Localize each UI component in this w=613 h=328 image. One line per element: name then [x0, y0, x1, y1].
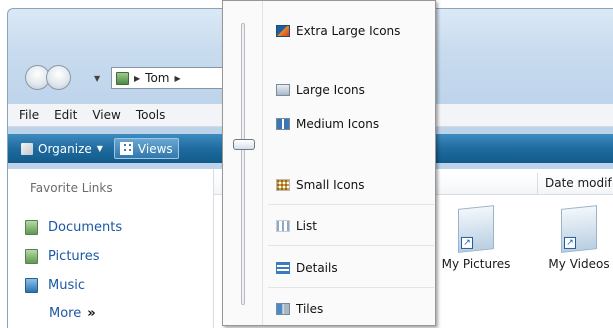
music-folder-icon — [25, 278, 38, 293]
folder-icon — [116, 71, 129, 85]
shortcut-folder-icon: ↗ — [458, 205, 494, 253]
column-header-date-modified[interactable]: Date modif — [537, 173, 612, 195]
favorite-link-label: Pictures — [48, 249, 100, 264]
menu-edit[interactable]: Edit — [54, 108, 77, 122]
slider-thumb[interactable] — [233, 139, 255, 150]
shortcut-arrow-icon: ↗ — [461, 236, 473, 249]
menu-tools[interactable]: Tools — [136, 108, 166, 122]
favorite-links-list: Documents Pictures Music More » — [25, 213, 122, 326]
organize-button[interactable]: Organize ▼ — [16, 138, 108, 159]
views-label: Views — [137, 141, 173, 156]
menu-item-small-icons[interactable]: Small Icons — [264, 173, 436, 197]
organize-icon — [21, 142, 33, 155]
recent-pages-dropdown-icon[interactable]: ▼ — [94, 74, 100, 83]
menu-item-extra-large-icons[interactable]: Extra Large Icons — [264, 19, 436, 43]
extra-large-icons-icon — [276, 25, 290, 37]
menu-item-label: Extra Large Icons — [296, 24, 401, 38]
navigation-pane: Favorite Links Documents Pictures Music … — [8, 169, 213, 328]
organize-label: Organize — [38, 141, 92, 156]
file-item-label: My Videos — [548, 257, 610, 271]
favorite-link-pictures[interactable]: Pictures — [25, 242, 122, 271]
menu-item-medium-icons[interactable]: Medium Icons — [264, 112, 436, 136]
menu-item-tiles[interactable]: Tiles — [264, 297, 436, 321]
favorite-link-music[interactable]: Music — [25, 271, 122, 300]
menu-item-label: List — [296, 219, 317, 233]
menu-item-label: Large Icons — [296, 83, 365, 97]
breadcrumb-tom[interactable]: Tom — [145, 71, 169, 85]
screen: ▼ ▶ Tom ▶ File Edit View Tools Organize … — [0, 0, 613, 328]
menu-separator — [268, 245, 434, 246]
view-size-slider[interactable] — [223, 1, 263, 325]
favorite-link-label: Documents — [48, 220, 123, 235]
forward-button[interactable] — [46, 65, 71, 90]
double-chevron-right-icon: » — [87, 305, 96, 321]
details-icon — [276, 262, 290, 274]
shortcut-folder-icon: ↗ — [561, 205, 597, 253]
small-icons-icon — [276, 179, 290, 191]
list-icon — [276, 220, 290, 232]
menu-separator — [268, 204, 434, 205]
menu-item-list[interactable]: List — [264, 214, 436, 238]
menu-view[interactable]: View — [92, 108, 120, 122]
tiles-icon — [276, 303, 290, 315]
documents-folder-icon — [25, 220, 38, 235]
views-button[interactable]: Views — [113, 138, 179, 159]
views-icon — [119, 142, 133, 155]
more-links-label: More — [49, 305, 82, 321]
menu-item-details[interactable]: Details — [264, 256, 436, 280]
file-item-my-videos[interactable]: ↗ My Videos — [539, 205, 613, 271]
menu-item-label: Details — [296, 261, 338, 275]
chevron-down-icon: ▼ — [96, 144, 103, 153]
menu-item-large-icons[interactable]: Large Icons — [264, 78, 436, 102]
shortcut-arrow-icon: ↗ — [564, 236, 576, 249]
slider-track[interactable] — [241, 23, 245, 305]
menu-item-label: Small Icons — [296, 178, 365, 192]
menu-item-label: Medium Icons — [296, 117, 380, 131]
breadcrumb-separator-icon[interactable]: ▶ — [174, 74, 180, 83]
menu-file[interactable]: File — [19, 108, 39, 122]
favorite-links-header: Favorite Links — [30, 181, 113, 195]
menu-separator — [268, 287, 434, 288]
file-item-label: My Pictures — [441, 257, 511, 271]
file-item-my-pictures[interactable]: ↗ My Pictures — [436, 205, 516, 271]
breadcrumb-separator-icon[interactable]: ▶ — [134, 74, 140, 83]
favorite-link-documents[interactable]: Documents — [25, 213, 122, 242]
more-links-button[interactable]: More » — [25, 300, 122, 326]
pictures-folder-icon — [25, 249, 38, 264]
favorite-link-label: Music — [48, 278, 85, 293]
menu-item-label: Tiles — [296, 302, 324, 316]
medium-icons-icon — [276, 118, 290, 130]
large-icons-icon — [276, 84, 290, 96]
views-menu: Extra Large Icons Large Icons Medium Ico… — [222, 0, 436, 326]
